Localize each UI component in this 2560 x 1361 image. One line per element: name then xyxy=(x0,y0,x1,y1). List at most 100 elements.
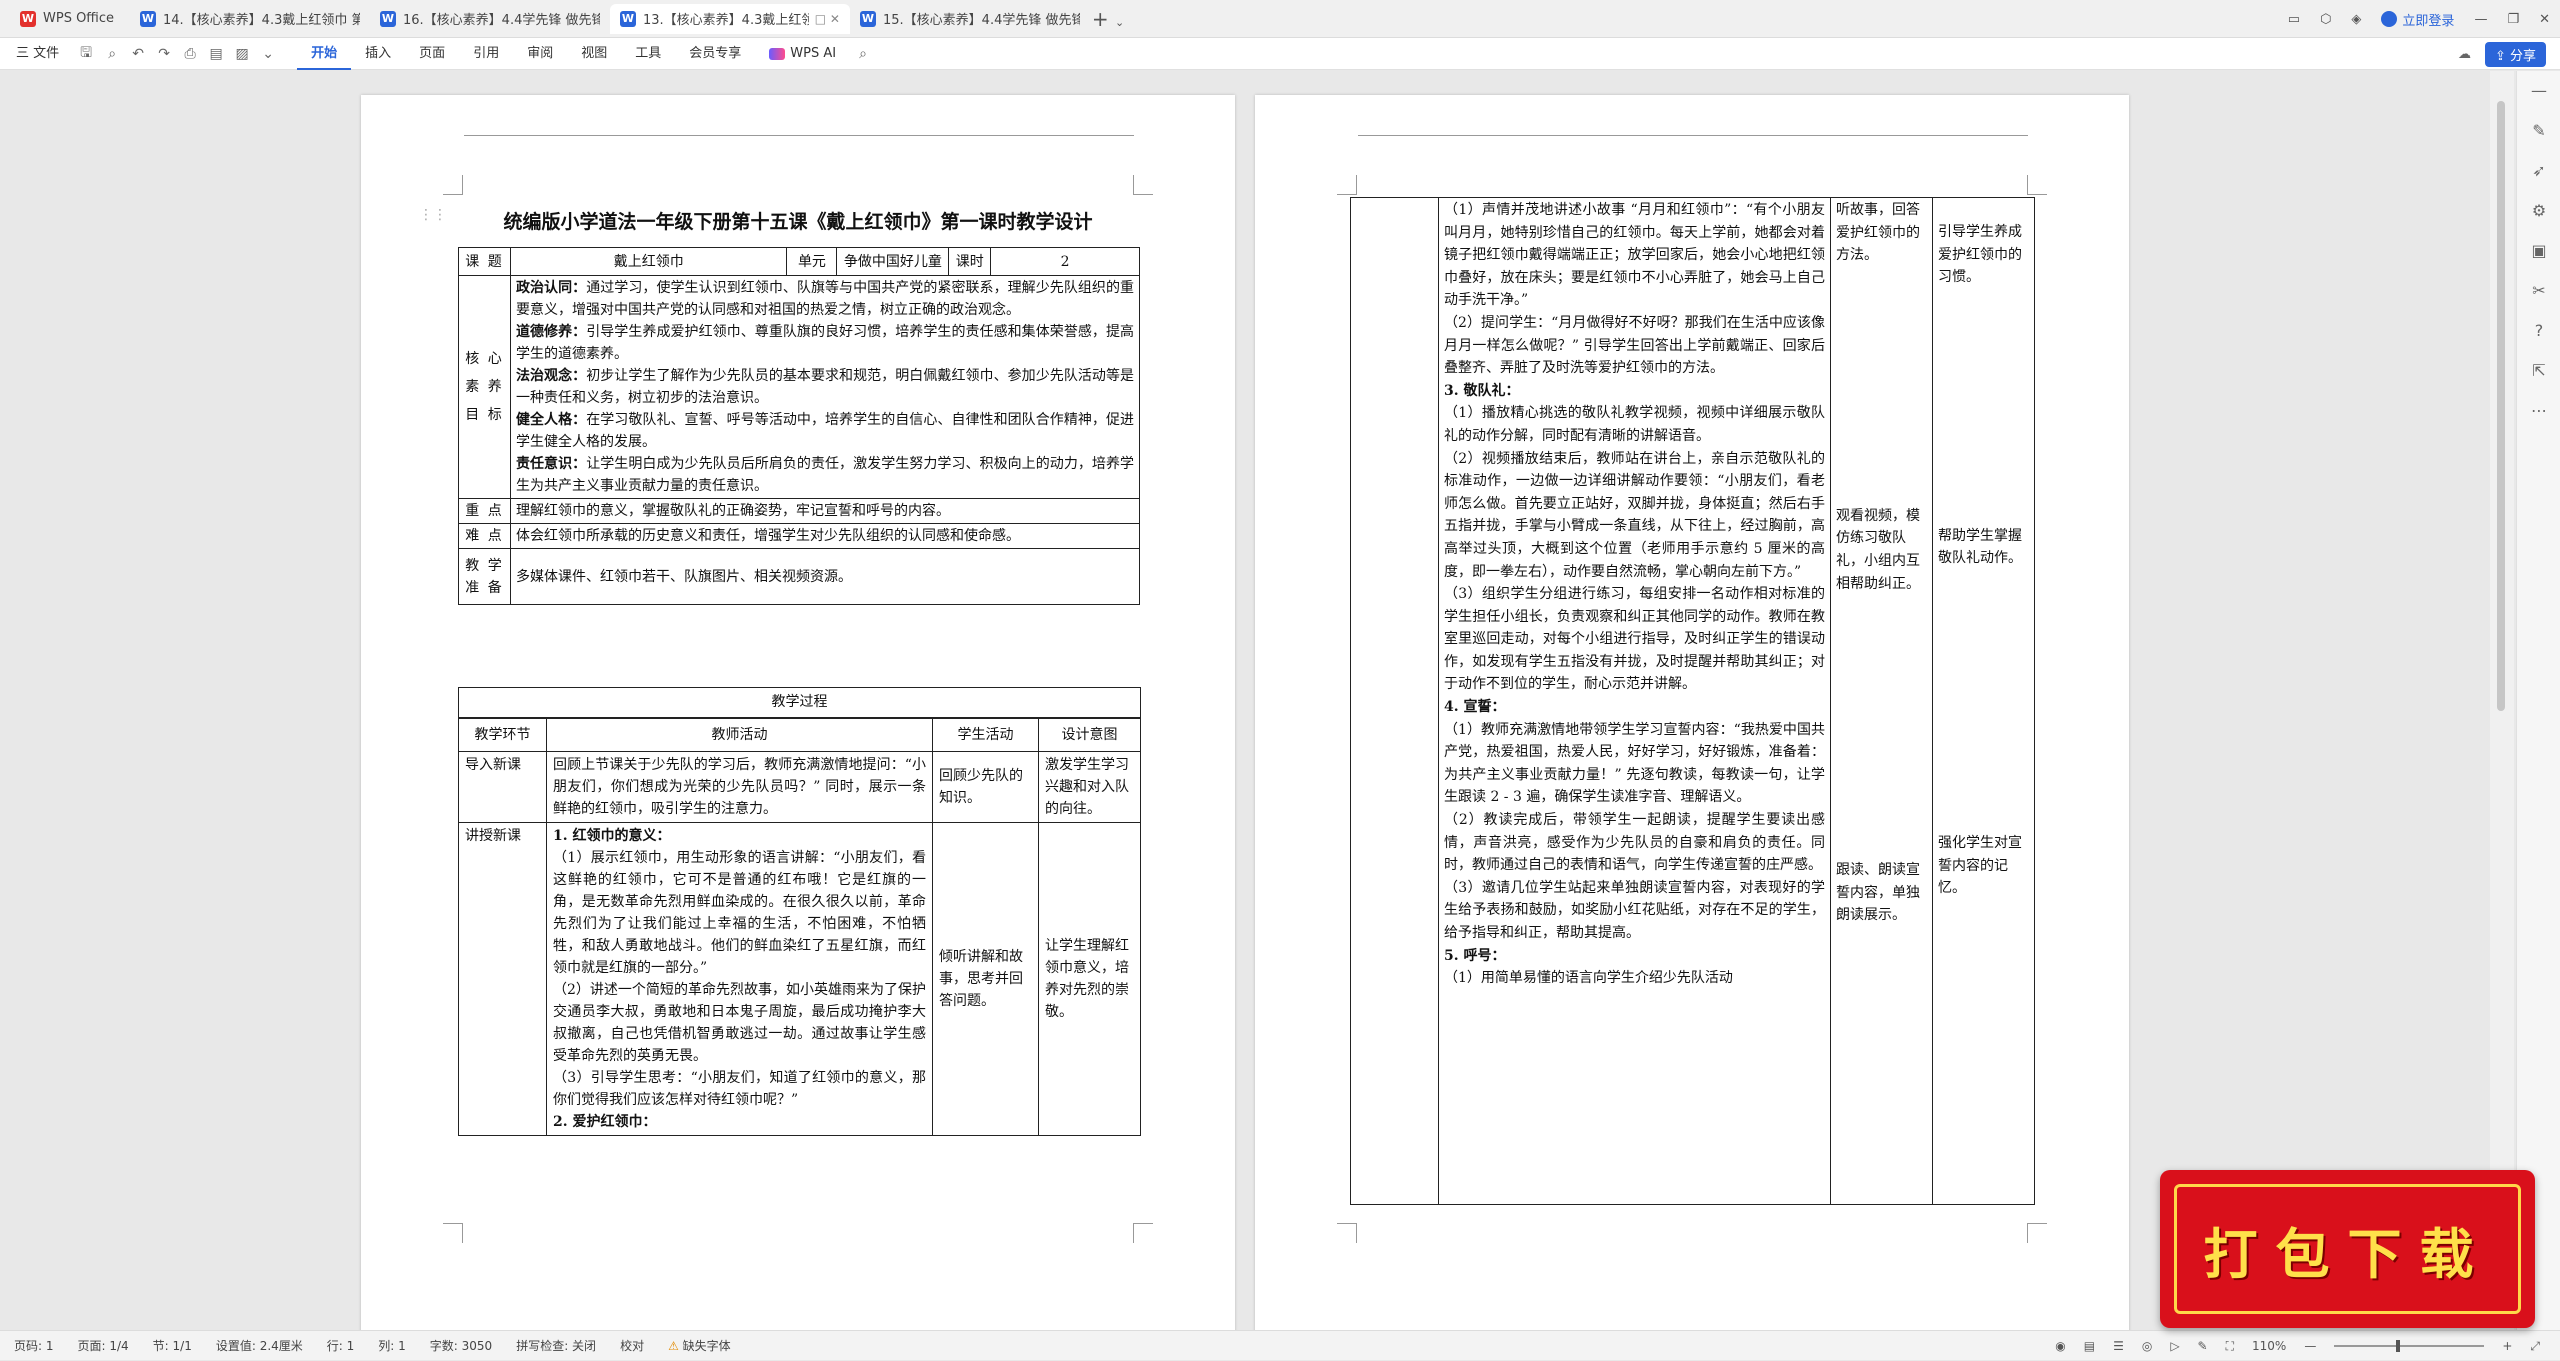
tab-document-14[interactable]: W 14.【核心素养】4.3戴上红领巾 第2课 xyxy=(130,4,370,34)
status-column[interactable]: 列: 1 xyxy=(378,1337,406,1354)
skin-icon[interactable]: ◈ xyxy=(2351,12,2361,27)
redo-icon[interactable]: ↷ xyxy=(151,46,177,62)
status-right: ◉ ▤ ☰ ◎ ▷ ✎ ⛶ 110% — + ⤢ xyxy=(2055,1331,2540,1361)
tab-wps-home[interactable]: W WPS Office xyxy=(10,4,130,34)
status-word-count[interactable]: 字数: 3050 xyxy=(430,1337,492,1354)
file-menu[interactable]: 三 文件 xyxy=(14,38,73,70)
fullscreen-icon[interactable]: ⛶ xyxy=(2226,1339,2234,1354)
download-banner[interactable]: 打包下载 xyxy=(2160,1170,2535,1328)
menu-home[interactable]: 开始 xyxy=(297,38,352,70)
student-activity-cell: 倾听讲解和故事，思考并回答问题。 xyxy=(932,822,1039,1136)
design-intent-cell: 让学生理解红领巾意义，培养对先烈的崇敬。 xyxy=(1038,822,1141,1136)
teaching-process-table: 教学过程 教学环节 教师活动 学生活动 设计意图 导入新课 回顾上节课关于少先队… xyxy=(458,687,1141,1136)
goal-item: 健全人格：在学习敬队礼、宣誓、呼号等活动中，培养学生的自信心、自律性和团队合作精… xyxy=(515,412,1135,450)
format-painter-icon[interactable]: ▨ xyxy=(229,46,255,62)
share-button[interactable]: ⇪ 分享 xyxy=(2484,42,2546,67)
stage-cell: 讲授新课 xyxy=(458,822,547,1136)
margin-corner xyxy=(443,1223,463,1243)
select-icon[interactable]: ➶ xyxy=(2517,151,2560,191)
menu-view[interactable]: 视图 xyxy=(567,38,621,70)
edit-icon[interactable]: ✎ xyxy=(2517,111,2560,151)
minus-icon[interactable]: — xyxy=(2517,71,2560,111)
menu-member[interactable]: 会员专享 xyxy=(675,38,755,70)
image-icon[interactable]: ▣ xyxy=(2517,231,2560,271)
key-point-label: 重 点 xyxy=(458,498,511,524)
status-bar: 页码: 1 页面: 1/4 节: 1/1 设置值: 2.4厘米 行: 1 列: … xyxy=(0,1330,2560,1360)
menu-reference[interactable]: 引用 xyxy=(459,38,513,70)
cube-icon[interactable]: ⬡ xyxy=(2320,12,2331,27)
status-pages[interactable]: 页面: 1/4 xyxy=(78,1337,129,1354)
tab-document-16[interactable]: W 16.【核心素养】4.4学先锋 做先锋 第 xyxy=(370,4,610,34)
zoom-out-icon[interactable]: — xyxy=(2304,1339,2316,1353)
menu-tools[interactable]: 工具 xyxy=(621,38,675,70)
document-page-2[interactable]: （1）声情并茂地讲述小故事 “月月和红领巾”：“有个小朋友叫月月，她特别珍惜自己… xyxy=(1255,95,2129,1330)
menu-review[interactable]: 审阅 xyxy=(513,38,567,70)
zoom-level[interactable]: 110% xyxy=(2252,1339,2286,1353)
chevron-down-icon[interactable]: ⌄ xyxy=(255,46,281,62)
status-page[interactable]: 页码: 1 xyxy=(14,1337,54,1354)
menu-page[interactable]: 页面 xyxy=(405,38,459,70)
pen-icon[interactable]: ✎ xyxy=(2198,1339,2208,1353)
eye-icon[interactable]: ◉ xyxy=(2055,1339,2065,1353)
document-title: 统编版小学道法一年级下册第十五课《戴上红领巾》第一课时教学设计 xyxy=(503,211,1093,233)
cloud-sync-icon[interactable]: ☁ xyxy=(2458,47,2471,62)
teacher-activity-cell: 回顾上节课关于少先队的学习后，教师充满激情地提问：“小朋友们，你们想成为光荣的少… xyxy=(546,751,933,823)
save-icon[interactable]: 🖫 xyxy=(73,42,99,66)
restore-icon[interactable]: ❐ xyxy=(2507,12,2519,27)
share-icon[interactable]: ⇱ xyxy=(2517,351,2560,391)
help-icon[interactable]: ? xyxy=(2517,311,2560,351)
play-icon[interactable]: ▷ xyxy=(2170,1339,2179,1353)
tools-icon[interactable]: ✂ xyxy=(2517,271,2560,311)
zoom-in-icon[interactable]: + xyxy=(2502,1339,2512,1353)
wps-ai-button[interactable]: WPS AI xyxy=(755,38,850,70)
minimize-icon[interactable]: — xyxy=(2474,12,2487,27)
undo-icon[interactable]: ↶ xyxy=(125,46,151,62)
status-spellcheck[interactable]: 拼写检查: 关闭 xyxy=(516,1337,596,1354)
menu-insert[interactable]: 插入 xyxy=(351,38,405,70)
margin-corner xyxy=(1337,175,1357,195)
warning-icon: ⚠ xyxy=(668,1339,679,1353)
word-doc-icon: W xyxy=(140,10,156,27)
header-student: 学生活动 xyxy=(932,717,1039,752)
design-intent-cell: 激发学生学习兴趣和对入队的向往。 xyxy=(1038,751,1141,823)
search-icon[interactable]: ⌕ xyxy=(850,46,876,62)
margin-corner xyxy=(2027,1223,2047,1243)
web-view-icon[interactable]: ◎ xyxy=(2142,1339,2152,1353)
more-icon[interactable]: ⋯ xyxy=(2517,391,2560,431)
vertical-scrollbar[interactable] xyxy=(2490,71,2514,1330)
status-proofread[interactable]: 校对 xyxy=(620,1337,644,1354)
header-stage: 教学环节 xyxy=(458,717,547,752)
close-window-icon[interactable]: ✕ xyxy=(2539,12,2550,27)
key-point-value: 理解红领巾的意义，掌握敬队礼的正确姿势，牢记宣誓和呼号的内容。 xyxy=(509,498,1141,524)
wps-ai-icon xyxy=(769,47,786,60)
layout-icon[interactable]: ▭ xyxy=(2288,12,2300,27)
status-section[interactable]: 节: 1/1 xyxy=(153,1337,192,1354)
print-icon[interactable]: ⎙ xyxy=(177,46,203,62)
zoom-slider[interactable] xyxy=(2334,1340,2485,1352)
login-button[interactable]: 立即登录 xyxy=(2381,10,2454,29)
list-view-icon[interactable]: ☰ xyxy=(2113,1339,2124,1353)
tab-document-13[interactable]: W 13.【核心素养】4.3戴上红领巾 □ ✕ xyxy=(610,3,850,34)
status-row[interactable]: 行: 1 xyxy=(327,1337,355,1354)
hours-value: 2 xyxy=(990,247,1140,276)
student-activity-cell: 听故事，回答爱护红领巾的方法。 观看视频，模仿练习敬队礼，小组内互相帮助纠正。 … xyxy=(1830,197,1933,1205)
goal-item: 道德修养：引导学生养成爱护红领巾、尊重队旗的良好习惯，培养学生的责任感和集体荣誉… xyxy=(515,324,1135,362)
topic-value: 戴上红领巾 xyxy=(509,247,788,276)
status-setting[interactable]: 设置值: 2.4厘米 xyxy=(216,1337,303,1354)
page-view-icon[interactable]: ▤ xyxy=(2084,1339,2095,1353)
document-page-1[interactable]: ⋮⋮ 统编版小学道法一年级下册第十五课《戴上红领巾》第一课时教学设计 课 题 戴… xyxy=(361,95,1235,1330)
scrollbar-thumb[interactable] xyxy=(2497,101,2505,711)
stage-cell xyxy=(1350,197,1439,1205)
find-icon[interactable]: ⌕ xyxy=(99,46,125,62)
hours-label: 课时 xyxy=(948,247,992,276)
status-missing-font[interactable]: ⚠ 缺失字体 xyxy=(668,1337,731,1354)
export-pdf-icon[interactable]: ▤ xyxy=(203,46,229,62)
zoom-slider-knob[interactable] xyxy=(2396,1340,2401,1352)
close-tab-icon[interactable]: □ ✕ xyxy=(809,12,840,26)
settings-sliders-icon[interactable]: ⚙ xyxy=(2517,191,2560,231)
tab-document-15[interactable]: W 15.【核心素养】4.4学先锋 做先锋 第 xyxy=(850,4,1090,34)
new-tab-button[interactable]: + ⌄ xyxy=(1090,7,1126,31)
tab-bar: W WPS Office W 14.【核心素养】4.3戴上红领巾 第2课 W 1… xyxy=(0,0,2560,38)
student-activity-cell: 回顾少先队的知识。 xyxy=(932,751,1039,823)
fit-window-icon[interactable]: ⤢ xyxy=(2530,1339,2540,1354)
